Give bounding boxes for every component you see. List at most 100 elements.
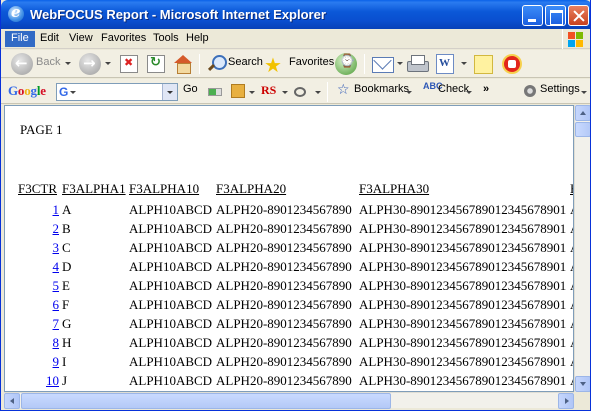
row-counter-link[interactable]: 10 xyxy=(46,373,59,388)
spellcheck-icon[interactable]: ABC xyxy=(423,81,443,97)
column-header: F3ALPHA30 xyxy=(359,181,430,196)
history-icon[interactable] xyxy=(335,53,357,75)
mail-icon[interactable] xyxy=(372,57,394,73)
column-header: F3ALPHA1 xyxy=(62,181,126,196)
stop-icon[interactable] xyxy=(120,55,138,73)
row-counter: 9 xyxy=(25,354,60,370)
title-bar[interactable]: WebFOCUS Report - Microsoft Internet Exp… xyxy=(1,0,590,29)
google-g-icon[interactable]: G xyxy=(59,85,70,99)
internet-explorer-icon[interactable] xyxy=(8,3,24,22)
alpha20-cell: ALPH20-8901234567890 xyxy=(216,221,352,236)
toolbar-separator xyxy=(327,82,328,102)
alpha10-cell: ALPH10ABCD xyxy=(129,316,213,331)
alpha1-cell: C xyxy=(62,240,71,255)
google-search-input[interactable] xyxy=(79,85,159,99)
rs-button[interactable]: RS xyxy=(261,83,281,99)
window-title: WebFOCUS Report - Microsoft Internet Exp… xyxy=(30,7,326,22)
row-counter-link[interactable]: 4 xyxy=(53,259,60,274)
row-counter: 7 xyxy=(25,316,60,332)
back-dropdown-arrow-icon[interactable] xyxy=(65,62,71,65)
bookmarks-button[interactable]: Bookmarks xyxy=(354,83,409,95)
favorites-star-icon[interactable]: ★ xyxy=(264,53,286,77)
print-icon[interactable] xyxy=(406,55,429,73)
alpha10-cell: ALPH10ABCD xyxy=(129,297,213,312)
pagerank-icon[interactable] xyxy=(208,88,222,96)
alpha30-cell: ALPH30-890123456789012345678901 xyxy=(359,354,567,369)
menu-favorites[interactable]: Favorites xyxy=(95,31,152,47)
research-icon[interactable] xyxy=(502,54,522,74)
back-button-label[interactable]: Back xyxy=(36,56,60,68)
alpha20-cell: ALPH20-8901234567890 xyxy=(216,354,352,369)
alpha20-cell: ALPH20-8901234567890 xyxy=(216,335,352,350)
favorites-button-label[interactable]: Favorites xyxy=(289,56,334,68)
row-counter: 4 xyxy=(25,259,60,275)
google-logo[interactable]: Google xyxy=(8,83,46,99)
minimize-button[interactable] xyxy=(522,5,543,26)
alpha20-cell: ALPH20-8901234567890 xyxy=(216,297,352,312)
vertical-scrollbar[interactable] xyxy=(574,105,590,392)
forward-arrow-icon[interactable] xyxy=(79,53,101,75)
row-counter-link[interactable]: 6 xyxy=(53,297,60,312)
go-button[interactable]: Go xyxy=(183,83,198,95)
more-chevron-button[interactable]: » xyxy=(483,83,489,95)
alpha1-cell: H xyxy=(62,335,72,350)
vertical-scroll-thumb[interactable] xyxy=(575,122,590,137)
row-counter-link[interactable]: 5 xyxy=(53,278,60,293)
autolink-dropdown-arrow-icon[interactable] xyxy=(315,91,321,94)
row-counter-link[interactable]: 2 xyxy=(53,221,60,236)
row-counter: 8 xyxy=(25,335,60,351)
refresh-icon[interactable] xyxy=(147,55,165,73)
check-dropdown-arrow-icon[interactable] xyxy=(466,91,472,94)
page-label: PAGE 1 xyxy=(20,122,63,137)
column-header: F3ALPHA20 xyxy=(216,181,287,196)
close-button[interactable] xyxy=(568,5,589,26)
alpha1-cell: J xyxy=(62,373,68,388)
search-history-dropdown-button[interactable] xyxy=(162,84,177,100)
alpha10-cell: ALPH10ABCD xyxy=(129,202,213,217)
popup-blocker-icon[interactable] xyxy=(231,84,245,98)
bookmarks-dropdown-arrow-icon[interactable] xyxy=(406,91,412,94)
menu-view[interactable]: View xyxy=(63,31,99,47)
alpha20-cell: ALPH20-8901234567890 xyxy=(216,373,352,388)
menu-file[interactable]: File xyxy=(5,31,35,47)
edit-dropdown-arrow-icon[interactable] xyxy=(461,62,467,65)
search-button-label[interactable]: Search xyxy=(228,56,263,68)
home-icon[interactable] xyxy=(173,55,193,74)
check-button[interactable]: Check xyxy=(438,83,469,95)
row-counter-link[interactable]: 7 xyxy=(53,316,60,331)
rs-dropdown-arrow-icon[interactable] xyxy=(282,91,288,94)
settings-button[interactable]: Settings xyxy=(540,83,580,95)
popup-dropdown-arrow-icon[interactable] xyxy=(249,91,255,94)
search-icon[interactable] xyxy=(206,54,227,74)
search-type-dropdown-arrow-icon[interactable] xyxy=(70,91,76,94)
horizontal-scroll-thumb[interactable] xyxy=(21,393,391,409)
column-header: F3CTR xyxy=(18,181,58,196)
alpha30-cell: ALPH30-890123456789012345678901 xyxy=(359,335,567,350)
alpha10-cell: ALPH10ABCD xyxy=(129,278,213,293)
row-counter-link[interactable]: 1 xyxy=(53,202,60,217)
scroll-down-arrow-icon[interactable] xyxy=(575,376,590,392)
scroll-left-arrow-icon[interactable] xyxy=(4,393,20,409)
horizontal-scrollbar[interactable] xyxy=(4,392,574,409)
scroll-right-arrow-icon[interactable] xyxy=(558,393,574,409)
alpha30-cell: ALPH30-890123456789012345678901 xyxy=(359,221,567,236)
word-edit-icon[interactable] xyxy=(436,54,454,74)
bookmarks-star-icon[interactable]: ☆ xyxy=(337,82,351,98)
alpha30-cell: ALPH30-890123456789012345678901 xyxy=(359,373,567,388)
row-counter-link[interactable]: 3 xyxy=(53,240,60,255)
row-counter: 1 xyxy=(25,202,60,218)
autolink-icon[interactable] xyxy=(294,87,306,97)
scroll-up-arrow-icon[interactable] xyxy=(575,105,590,121)
note-icon[interactable] xyxy=(474,55,493,74)
forward-dropdown-arrow-icon[interactable] xyxy=(105,62,111,65)
settings-dropdown-arrow-icon[interactable] xyxy=(581,91,587,94)
mail-dropdown-arrow-icon[interactable] xyxy=(397,62,403,65)
menu-help[interactable]: Help xyxy=(180,31,215,47)
row-counter: 10 xyxy=(25,373,59,389)
maximize-button[interactable] xyxy=(545,5,566,26)
row-counter-link[interactable]: 8 xyxy=(53,335,60,350)
settings-icon[interactable] xyxy=(524,85,536,97)
row-counter-link[interactable]: 9 xyxy=(53,354,60,369)
back-arrow-icon[interactable] xyxy=(11,53,33,75)
menu-edit[interactable]: Edit xyxy=(34,31,65,47)
